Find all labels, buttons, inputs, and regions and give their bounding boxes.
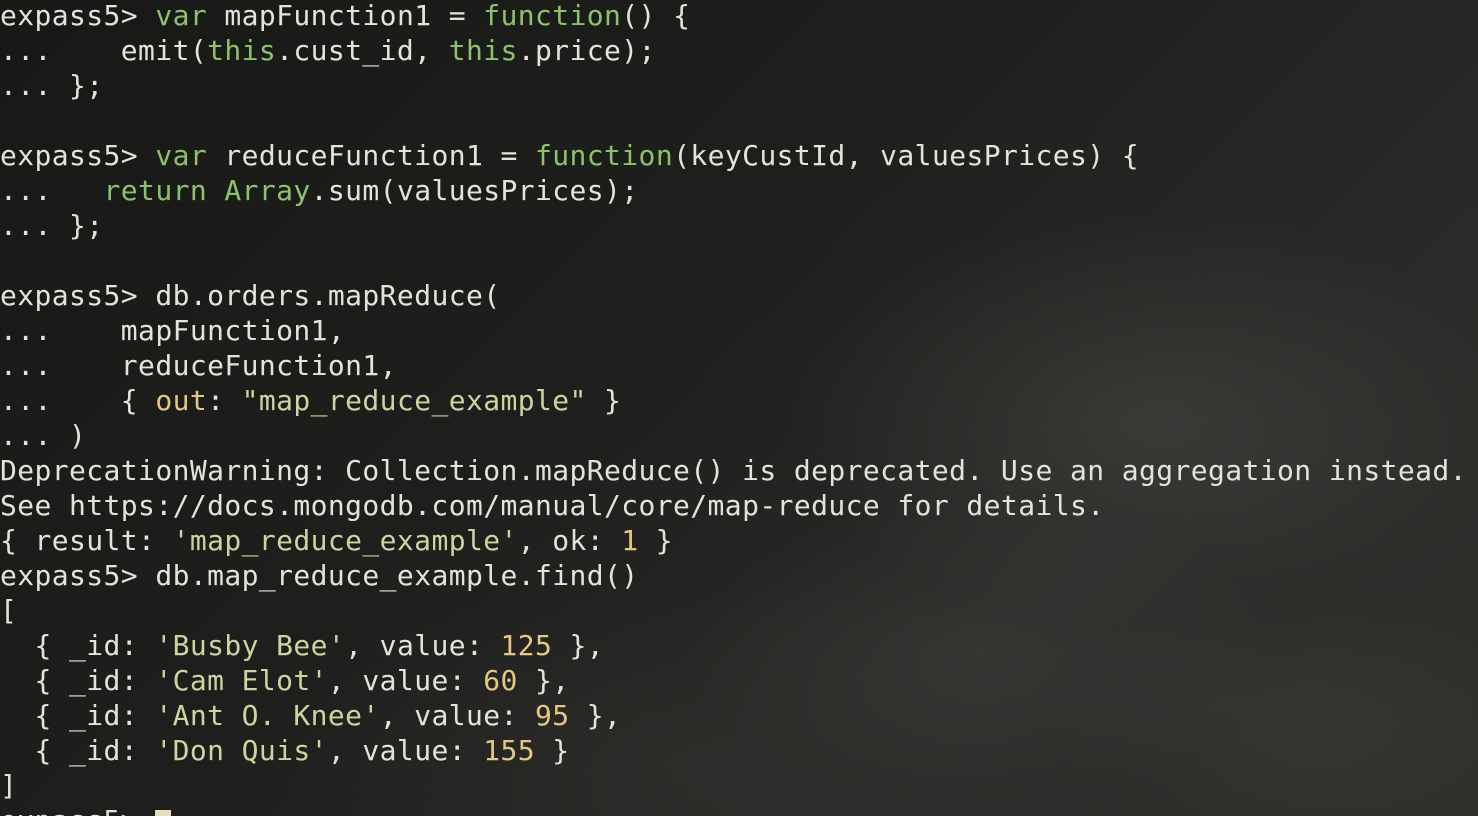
code-text: , ok: [517, 524, 622, 557]
code-keyword: this [207, 34, 277, 67]
code-text: { [103, 384, 156, 417]
code-text: (keyCustId, valuesPrices) { [673, 139, 1140, 172]
deprecation-warning: DeprecationWarning: Collection.mapReduce… [0, 454, 1467, 487]
code-text: mapFunction1, [103, 314, 346, 347]
shell-prompt: expass5> [0, 0, 156, 32]
terminal-line: expass5> var mapFunction1 = function() { [0, 0, 1467, 33]
code-text: } [638, 524, 674, 557]
terminal-line: ... reduceFunction1, [0, 348, 1467, 383]
terminal-window[interactable]: expass5> var mapFunction1 = function() {… [0, 0, 1478, 816]
code-text: }; [69, 69, 104, 102]
code-text: , value: [327, 734, 484, 767]
terminal-line: expass5> db.orders.mapReduce( [0, 278, 1467, 313]
continuation-prompt: ... [0, 34, 104, 67]
code-text: }, [517, 664, 570, 697]
array-close: ] [0, 769, 18, 802]
code-keyword: function [483, 0, 622, 32]
code-text: { _id: [0, 629, 156, 662]
result-row: { _id: 'Don Quis', value: 155 } [0, 733, 1467, 768]
code-number: 60 [483, 664, 518, 697]
continuation-prompt: ... [0, 174, 104, 207]
code-text: }, [569, 699, 622, 732]
code-keyword: Array [224, 174, 311, 207]
code-text: : [207, 384, 242, 417]
code-text: , value: [345, 629, 501, 662]
code-text: , value: [379, 699, 536, 732]
code-text: reduceFunction1 = [207, 139, 536, 172]
code-number: 95 [535, 699, 570, 732]
array-open: [ [0, 594, 18, 627]
code-text: db.orders.mapReduce( [155, 279, 501, 312]
code-number: 1 [621, 524, 639, 557]
terminal-line: ... { out: "map_reduce_example" } [0, 383, 1467, 418]
code-text: emit( [103, 34, 208, 67]
shell-prompt: expass5> [0, 804, 155, 816]
continuation-prompt: ... [0, 69, 70, 102]
terminal-line: ... }; [0, 208, 1467, 243]
result-row: { _id: 'Cam Elot', value: 60 }, [0, 663, 1467, 698]
code-keyword: var [155, 0, 208, 32]
code-string: 'Ant O. Knee' [155, 699, 380, 732]
terminal-line: ... }; [0, 68, 1467, 103]
shell-prompt: expass5> [0, 559, 156, 592]
result-row: { _id: 'Ant O. Knee', value: 95 }, [0, 698, 1467, 733]
terminal-line: expass5> db.map_reduce_example.find() [0, 558, 1467, 593]
shell-prompt: expass5> [0, 139, 156, 172]
input-line[interactable]: expass5> [0, 803, 1467, 816]
code-text: mapFunction1 = [207, 0, 484, 32]
code-text: { _id: [0, 699, 156, 732]
continuation-prompt: ... [0, 209, 70, 242]
code-text: .cust_id, [276, 34, 449, 67]
code-text: db.map_reduce_example.find() [155, 559, 639, 592]
code-string: 'Cam Elot' [155, 664, 328, 697]
terminal-line: ... ) [0, 418, 1467, 453]
code-string: 'Busby Bee' [155, 629, 346, 662]
code-keyword: this [448, 34, 518, 67]
continuation-prompt: ... [0, 349, 104, 382]
code-string: 'map_reduce_example' [172, 524, 518, 557]
code-text: .price); [517, 34, 656, 67]
code-text: reduceFunction1, [103, 349, 397, 382]
code-keyword: var [155, 139, 208, 172]
code-text: } [535, 734, 570, 767]
code-text: { result: [0, 524, 173, 557]
code-text: { _id: [0, 664, 156, 697]
code-keyword: function [535, 139, 674, 172]
terminal-line: ... emit(this.cust_id, this.price); [0, 33, 1467, 68]
terminal-output: expass5> var mapFunction1 = function() {… [0, 0, 1467, 816]
code-text: , value: [327, 664, 484, 697]
code-text: }, [552, 629, 605, 662]
result-row: { _id: 'Busby Bee', value: 125 }, [0, 628, 1467, 663]
code-property: out [155, 384, 208, 417]
terminal-line: ... mapFunction1, [0, 313, 1467, 348]
result-output: { result: 'map_reduce_example', ok: 1 } [0, 523, 1467, 558]
code-text: { _id: [0, 734, 156, 767]
code-number: 155 [483, 734, 536, 767]
shell-prompt: expass5> [0, 279, 156, 312]
code-text: ) [69, 419, 87, 452]
deprecation-warning-details[interactable]: See https://docs.mongodb.com/manual/core… [0, 488, 1467, 523]
text-cursor [155, 810, 172, 816]
continuation-prompt: ... [0, 384, 104, 417]
code-text: } [586, 384, 622, 417]
code-text: () { [621, 0, 691, 32]
code-text: .sum(valuesPrices); [310, 174, 639, 207]
code-number: 125 [500, 629, 553, 662]
code-text: }; [69, 209, 104, 242]
continuation-prompt: ... [0, 314, 104, 347]
continuation-prompt: ... [0, 419, 70, 452]
code-keyword: return [103, 174, 208, 207]
code-string: 'Don Quis' [155, 734, 328, 767]
code-string: "map_reduce_example" [241, 384, 587, 417]
terminal-line: expass5> var reduceFunction1 = function(… [0, 138, 1467, 173]
terminal-line: ... return Array.sum(valuesPrices); [0, 173, 1467, 208]
